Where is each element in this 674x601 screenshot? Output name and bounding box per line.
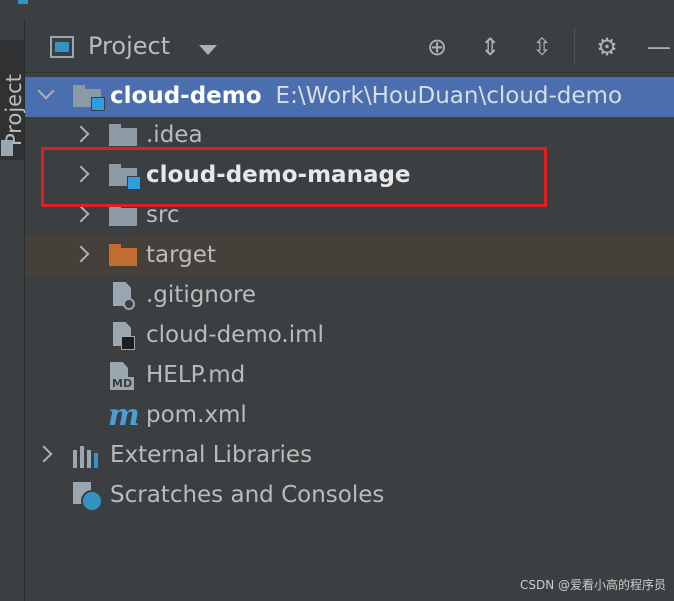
locate-icon[interactable]: ⊕ [423, 33, 451, 61]
folder-icon [109, 124, 137, 146]
markdown-icon-text: MD [110, 377, 135, 390]
folder-icon [109, 204, 137, 226]
tree-item-label: pom.xml [146, 402, 247, 428]
tree-row-gitignore[interactable]: .gitignore [25, 276, 674, 316]
chevron-down-icon[interactable] [37, 82, 55, 100]
tree-item-label: Scratches and Consoles [110, 482, 385, 508]
chevron-right-icon[interactable] [72, 245, 90, 263]
module-folder-icon [73, 85, 105, 111]
chevron-right-icon[interactable] [72, 205, 90, 223]
project-tool-tab-label: Project [2, 74, 26, 146]
chevron-right-icon[interactable] [35, 445, 53, 463]
toolbar-separator [574, 28, 575, 64]
tree-item-label: HELP.md [146, 362, 246, 388]
root-label: cloud-demo E:\Work\HouDuan\cloud-demo [110, 83, 622, 109]
root-name: cloud-demo [110, 83, 262, 109]
module-file-icon [113, 322, 135, 350]
annotation-highlight-box [41, 147, 547, 207]
project-toolbar: Project ⊕ ⇕ ⇳ ⚙ — [25, 20, 674, 73]
tree-row-external-libraries[interactable]: External Libraries [25, 436, 674, 476]
maven-icon: m [108, 398, 140, 433]
libraries-icon [73, 446, 101, 468]
chevron-right-icon[interactable] [72, 125, 90, 143]
tree-item-label: cloud-demo.iml [146, 322, 324, 348]
tree-item-label: .idea [146, 122, 203, 148]
watermark: CSDN @爱看小高的程序员 [519, 578, 666, 592]
dropdown-caret-icon[interactable] [199, 45, 217, 55]
root-path: E:\Work\HouDuan\cloud-demo [275, 83, 623, 109]
tree-item-label: target [146, 242, 216, 268]
tree-row-help-md[interactable]: MD HELP.md [25, 356, 674, 396]
left-tool-strip: Project [0, 20, 26, 601]
tree-row-scratches[interactable]: Scratches and Consoles [25, 476, 674, 516]
scratches-icon [73, 482, 103, 512]
expand-all-icon[interactable]: ⇕ [476, 33, 504, 61]
project-window-icon [50, 36, 74, 58]
window-indicator [18, 0, 28, 4]
tree-item-label: .gitignore [146, 282, 257, 308]
tree-row-iml[interactable]: cloud-demo.iml [25, 316, 674, 356]
project-view-title[interactable]: Project [88, 32, 170, 60]
gear-icon[interactable]: ⚙ [593, 33, 621, 61]
top-strip [0, 0, 674, 20]
excluded-folder-icon [109, 244, 137, 266]
tree-item-label: External Libraries [110, 442, 313, 468]
ignore-file-icon [113, 282, 135, 310]
collapse-all-icon[interactable]: ⇳ [528, 33, 556, 61]
folder-icon [1, 140, 13, 156]
minimize-icon[interactable]: — [645, 33, 673, 61]
tree-row-target[interactable]: target [25, 236, 674, 276]
tree-row-root[interactable]: cloud-demo E:\Work\HouDuan\cloud-demo [25, 77, 674, 117]
markdown-file-icon: MD [110, 362, 135, 390]
tree-row-pom[interactable]: m pom.xml [25, 396, 674, 436]
